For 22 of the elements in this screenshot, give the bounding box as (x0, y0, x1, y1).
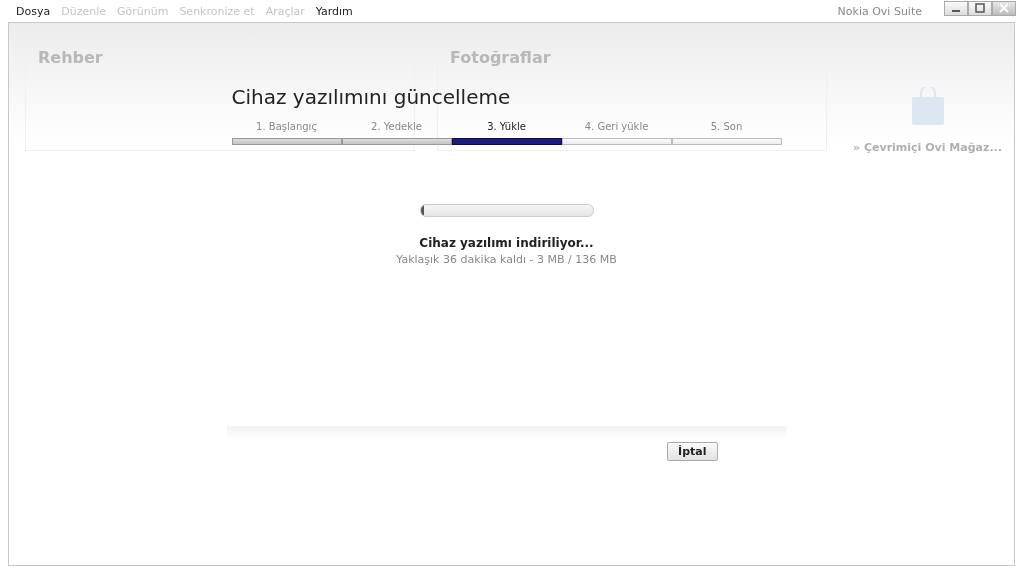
store-link[interactable]: » Çevrimiçi Ovi Mağaz... (853, 141, 1002, 154)
step-label: 1. Başlangıç (256, 121, 317, 132)
cancel-button[interactable]: İptal (667, 442, 718, 461)
panel-title: Rehber (38, 48, 103, 67)
maximize-button[interactable] (968, 0, 992, 16)
step-label: 3. Yükle (487, 121, 526, 132)
dialog-title: Cihaz yazılımını güncelleme (231, 85, 511, 109)
panel-title: Fotoğraflar (450, 48, 551, 67)
detail-text: Yaklaşık 36 dakika kaldı - 3 MB / 136 MB (396, 253, 617, 266)
window-title: Nokia Ovi Suite (837, 4, 922, 18)
step-label: 5. Son (710, 121, 743, 132)
close-button[interactable] (992, 0, 1016, 16)
menu-item[interactable]: Dosya (16, 4, 51, 18)
close-icon (999, 3, 1009, 13)
minimize-button[interactable] (944, 0, 968, 16)
step-label: 2. Yedekle (371, 121, 422, 132)
step-label: 4. Geri yükle (584, 121, 649, 132)
minimize-icon (952, 10, 960, 12)
status-text: Cihaz yazılımı indiriliyor... (419, 236, 594, 250)
menu-item[interactable]: Yardım (315, 4, 353, 18)
maximize-icon (975, 3, 985, 13)
shopping-bag-icon (909, 87, 946, 127)
